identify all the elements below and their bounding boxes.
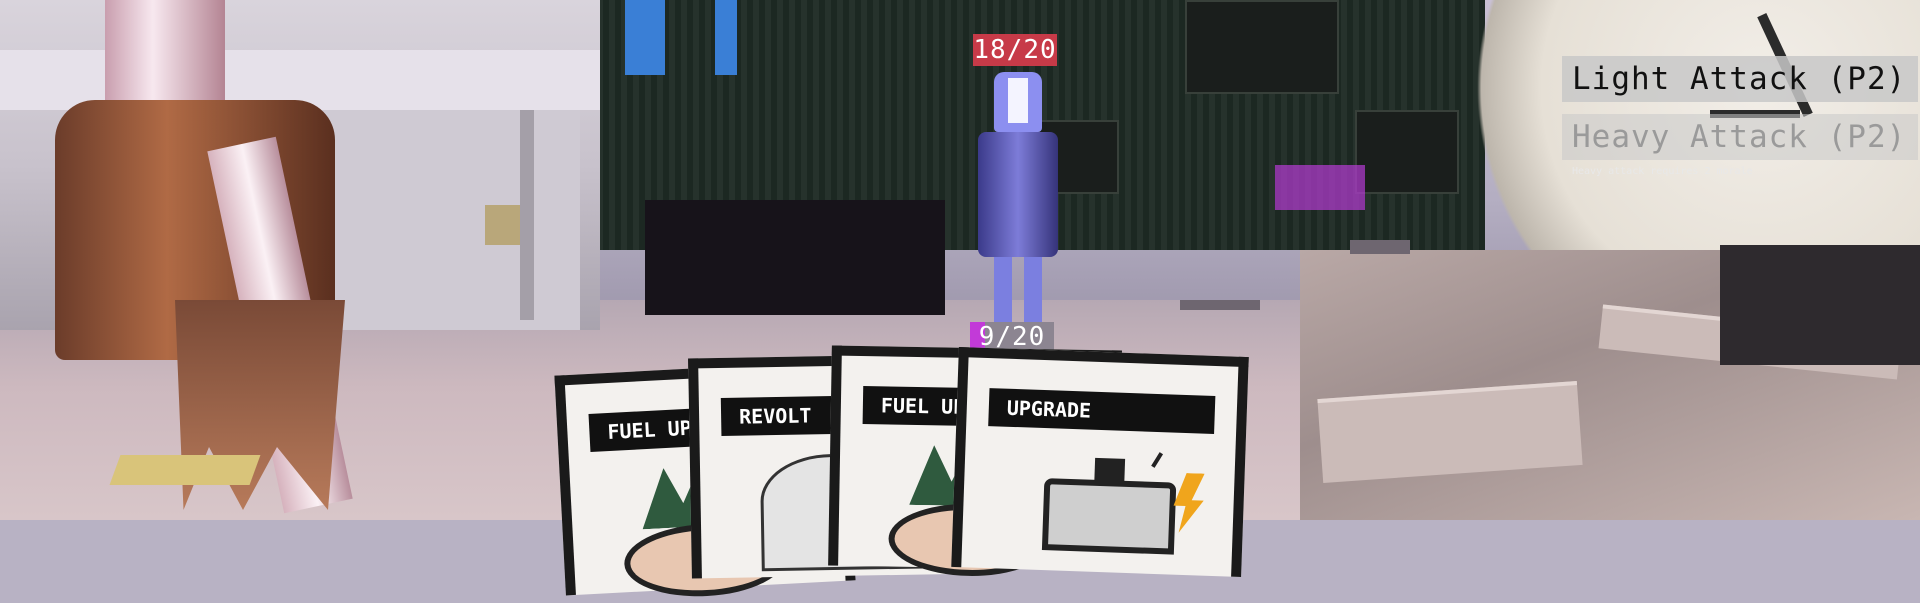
card-title: UPGRADE	[988, 388, 1216, 434]
upgrade-machine-icon	[1002, 447, 1206, 564]
card-upgrade[interactable]: UPGRADE	[951, 347, 1249, 577]
lightning-bolt-icon	[1173, 473, 1205, 534]
card-hand: FUEL UP REVOLT FUEL UP UPGRADE	[0, 0, 1920, 601]
